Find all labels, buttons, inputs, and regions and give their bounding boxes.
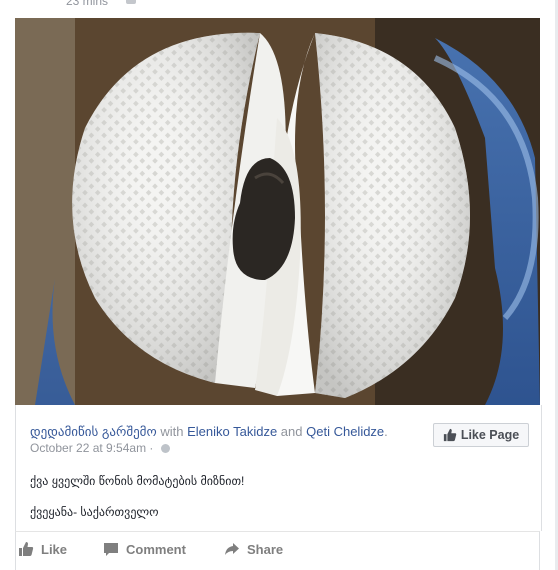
globe-icon[interactable]	[160, 444, 170, 453]
post-timestamp[interactable]: 23 mins	[66, 0, 108, 8]
share-icon	[225, 543, 239, 555]
page-name-link[interactable]: დედამიწის გარშემო	[30, 424, 157, 439]
post-text-line-2: ქვეყანა- საქართველო	[30, 505, 159, 519]
thumbs-up-icon	[443, 428, 457, 442]
post-photo[interactable]	[15, 18, 540, 405]
and-text: and	[280, 424, 303, 439]
previous-post-header-strip: 23 mins	[0, 0, 558, 14]
comment-icon	[104, 543, 118, 556]
shared-post-date[interactable]: October 22 at 9:54am	[30, 441, 146, 455]
shared-post-meta: October 22 at 9:54am ·	[30, 440, 170, 456]
share-button[interactable]: Share	[224, 541, 283, 557]
post-text-line-1: ქვა ყველში წონის მომატების მიზნით!	[30, 474, 245, 488]
comment-button[interactable]: Comment	[103, 541, 186, 557]
meta-separator: ·	[149, 441, 154, 455]
like-page-label: Like Page	[460, 428, 520, 442]
tagged-person-link-1[interactable]: Eleniko Takidze	[187, 424, 277, 439]
like-label: Like	[41, 541, 68, 557]
shared-post-header: დედამიწის გარშემო with Eleniko Takidze a…	[30, 423, 388, 440]
like-icon	[19, 542, 34, 556]
like-page-button[interactable]: Like Page	[433, 423, 529, 447]
cheese-photo-image	[15, 18, 540, 405]
shared-post-card: დედამიწის გარშემო with Eleniko Takidze a…	[15, 405, 542, 531]
post-action-bar: Like Comment Share	[15, 531, 540, 570]
share-label: Share	[247, 541, 284, 557]
like-button[interactable]: Like	[18, 541, 67, 557]
tagged-person-link-2[interactable]: Qeti Chelidze	[306, 424, 384, 439]
period-text: .	[384, 424, 388, 439]
comment-label: Comment	[126, 541, 186, 557]
audience-icon[interactable]	[126, 0, 136, 4]
with-text: with	[160, 424, 184, 439]
